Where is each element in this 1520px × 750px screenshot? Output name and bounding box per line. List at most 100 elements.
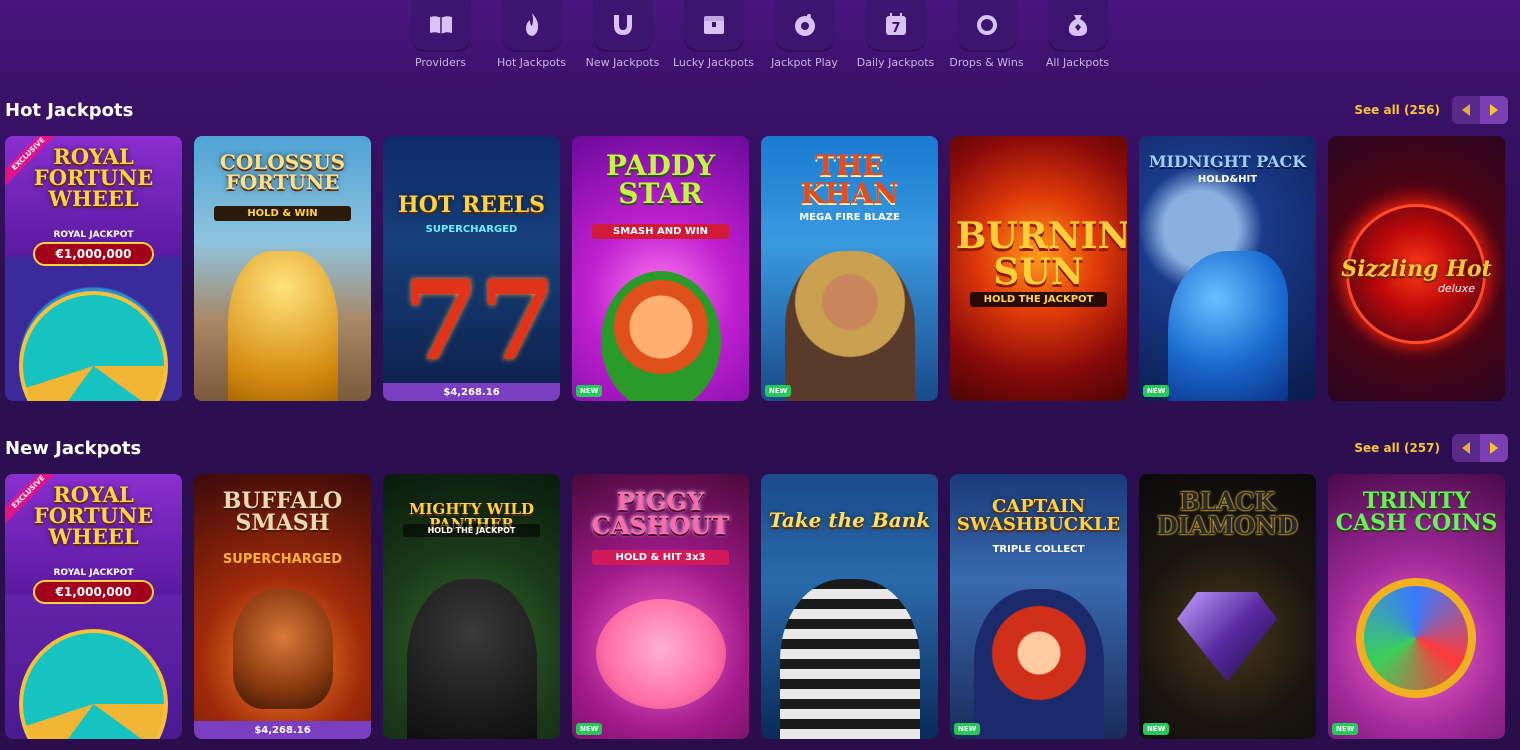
game-subtitle: HOLD THE JACKPOT [403,524,540,537]
wolf-image [1167,251,1288,401]
nav-label: New Jackpots [585,56,660,69]
diamond-image [1177,592,1277,682]
new-badge: NEW [1332,723,1359,735]
game-title: Paddy Star [605,149,716,210]
leprechaun-image [600,271,721,401]
nav-item-jackpot-play[interactable]: Jackpot Play [759,0,850,69]
game-row-new: EXCLUSIVE Royal Fortune Wheel ROYAL JACK… [5,474,1505,739]
game-tile[interactable]: Take the Bank [761,474,938,739]
money-bag-icon [1047,0,1108,50]
section-header-new: New Jackpots See all (257) [5,434,1508,462]
game-subtitle: deluxe [1437,282,1475,295]
game-subtitle: SUPERCHARGED [222,552,343,567]
nav-label: All Jackpots [1045,56,1110,69]
nav-item-hot-jackpots[interactable]: Hot Jackpots [486,0,577,69]
game-tile[interactable]: Midnight Pack HOLD&HIT NEW [1139,136,1316,401]
game-tile[interactable]: Sizzling Hot deluxe [1328,136,1505,401]
nav-label: Drops & Wins [949,56,1024,69]
game-title: Trinity Cash Coins [1335,488,1498,536]
game-title: Burning Sun [956,215,1127,293]
section-header-hot: Hot Jackpots See all (256) [5,96,1508,124]
game-tile[interactable]: Buffalo Smash SUPERCHARGED $4,268.16 [194,474,371,739]
nav-item-lucky-jackpots[interactable]: Lucky Jackpots [668,0,759,69]
arrow-left-icon [1462,442,1470,454]
nav-label: Daily Jackpots [856,56,935,69]
game-subtitle: HOLD & HIT 3x3 [592,550,729,565]
game-title: Buffalo Smash [222,488,343,536]
carousel-next-button[interactable] [1480,96,1508,124]
carousel-next-button[interactable] [1480,434,1508,462]
prize-label: ROYAL JACKPOT [53,230,134,240]
game-subtitle: SUPERCHARGED [425,224,518,235]
game-tile[interactable]: The Khan MEGA FIRE BLAZE NEW [761,136,938,401]
section-title: Hot Jackpots [5,99,134,121]
coin-image [1356,578,1476,698]
buffalo-image [232,589,333,709]
new-badge: NEW [1143,723,1170,735]
jackpot-amount: $4,268.16 [383,383,560,401]
game-tile[interactable]: EXCLUSIVE Royal Fortune Wheel ROYAL JACK… [5,136,182,401]
see-all-link[interactable]: See all (256) [1354,103,1440,117]
game-title: The Khan [800,149,899,210]
game-tile[interactable]: EXCLUSIVE Royal Fortune Wheel ROYAL JACK… [5,474,182,739]
nav-item-drops-wins[interactable]: Drops & Wins [941,0,1032,69]
prize-amount: €1,000,000 [33,580,154,604]
warrior-image [227,251,338,401]
game-tile[interactable]: Mighty Wild Panther HOLD THE JACKPOT [383,474,560,739]
game-title: Hot Reels [397,192,546,218]
nav-label: Jackpot Play [771,56,838,69]
new-badge: NEW [576,385,603,397]
new-badge: NEW [1143,385,1170,397]
jackpot-amount: $4,268.16 [194,721,371,739]
game-title: Piggy Cashout [591,487,730,540]
game-tile[interactable]: Piggy Cashout HOLD & HIT 3x3 NEW [572,474,749,739]
book-icon [410,0,471,50]
horseshoe-icon [592,0,653,50]
game-tile[interactable]: Hot Reels SUPERCHARGED 77 $4,268.16 [383,136,560,401]
game-title: Sizzling Hot [1341,256,1492,282]
robber-image [779,579,920,739]
nav-item-daily-jackpots[interactable]: 7 Daily Jackpots [850,0,941,69]
game-tile[interactable]: Burning Sun HOLD THE JACKPOT [950,136,1127,401]
nav-item-new-jackpots[interactable]: New Jackpots [577,0,668,69]
prize-label: ROYAL JACKPOT [53,568,134,578]
see-all-link[interactable]: See all (257) [1354,441,1440,455]
piggy-image [595,599,726,709]
nav-item-all-jackpots[interactable]: All Jackpots [1032,0,1123,69]
arrow-right-icon [1490,104,1498,116]
game-row-hot: EXCLUSIVE Royal Fortune Wheel ROYAL JACK… [5,136,1505,401]
game-subtitle: TRIPLE COLLECT [992,544,1085,555]
game-subtitle: MEGA FIRE BLAZE [799,212,900,223]
drops-wins-icon [956,0,1017,50]
ball-icon [774,0,835,50]
game-title: Take the Bank [768,508,931,532]
sevens-image: 77 [403,256,557,385]
game-tile[interactable]: Trinity Cash Coins NEW [1328,474,1505,739]
carousel-prev-button[interactable] [1452,96,1480,124]
game-title: Colossus Fortune [219,150,346,194]
arrow-left-icon [1462,104,1470,116]
game-title: Royal Fortune Wheel [33,144,154,211]
game-tile[interactable]: Colossus Fortune HOLD & WIN [194,136,371,401]
game-title: Royal Fortune Wheel [33,482,154,549]
nav-item-providers[interactable]: Providers [395,0,486,69]
game-tile[interactable]: Captain Swashbuckle TRIPLE COLLECT NEW [950,474,1127,739]
category-nav: Providers Hot Jackpots New Jackpots Luck… [395,0,1123,69]
nav-label: Hot Jackpots [497,56,566,69]
game-title: Captain Swashbuckle [956,496,1121,535]
prize-amount: €1,000,000 [33,242,154,266]
game-title: Midnight Pack [1148,152,1307,171]
game-subtitle: HOLD&HIT [1197,174,1258,185]
game-subtitle: SMASH AND WIN [592,224,729,239]
game-tile[interactable]: Paddy Star SMASH AND WIN NEW [572,136,749,401]
new-badge: NEW [954,723,981,735]
calendar-7-icon: 7 [865,0,926,50]
game-title: Black Diamond [1157,487,1298,540]
game-tile[interactable]: Black Diamond NEW [1139,474,1316,739]
carousel-prev-button[interactable] [1452,434,1480,462]
section-title: New Jackpots [5,437,142,459]
new-badge: NEW [765,385,792,397]
panther-image [406,579,537,739]
game-subtitle: HOLD THE JACKPOT [970,292,1107,307]
game-subtitle: HOLD & WIN [214,206,351,221]
